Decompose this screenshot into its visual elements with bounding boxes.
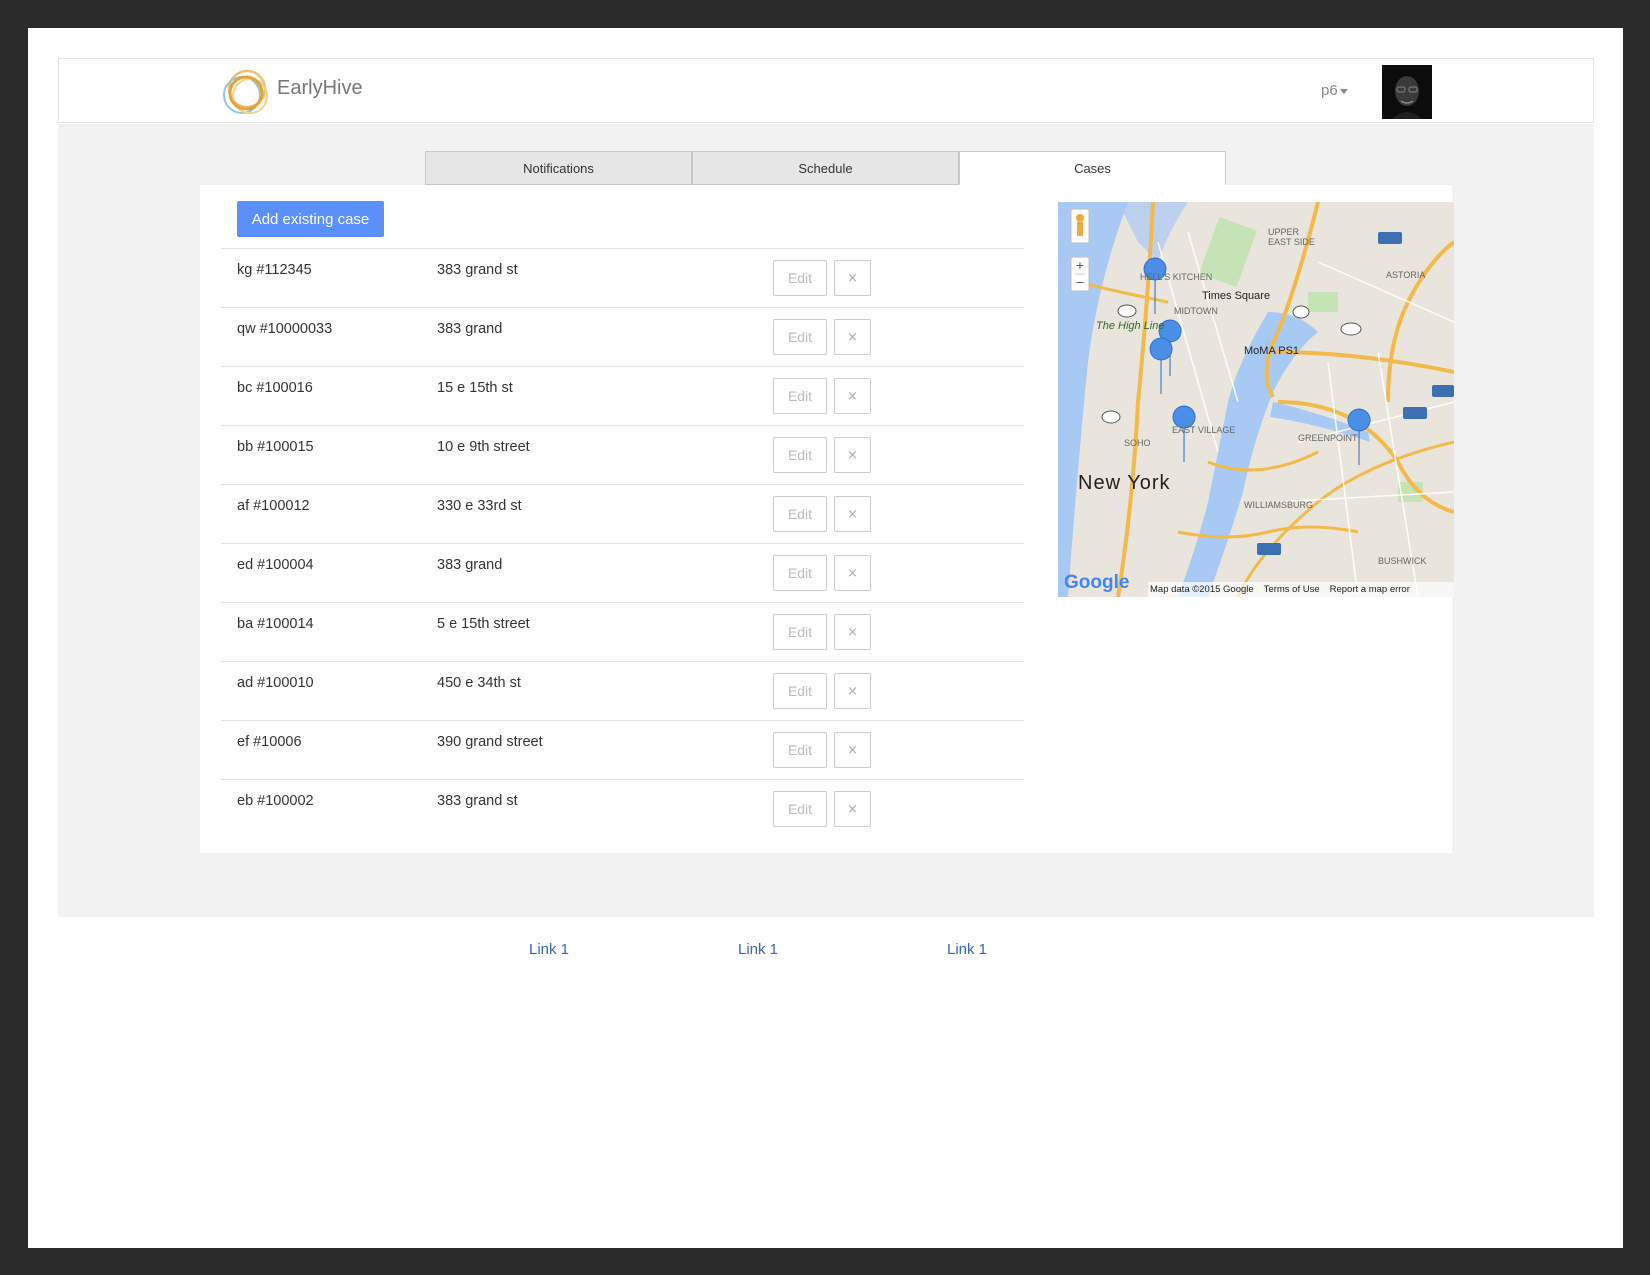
case-address: 5 e 15th street: [437, 616, 530, 632]
footer-link-1[interactable]: Link 1: [529, 941, 569, 958]
delete-button[interactable]: ×: [834, 732, 871, 768]
case-id: ba #100014: [237, 616, 314, 632]
edit-button[interactable]: Edit: [773, 555, 827, 591]
zoom-in-button[interactable]: +: [1071, 257, 1089, 274]
table-row: ef #10006 390 grand street Edit ×: [221, 720, 1024, 779]
case-address: 390 grand street: [437, 734, 543, 750]
table-row: ed #100004 383 grand Edit ×: [221, 543, 1024, 602]
delete-button[interactable]: ×: [834, 614, 871, 650]
user-dropdown[interactable]: p6: [1321, 82, 1348, 99]
delete-button[interactable]: ×: [834, 260, 871, 296]
table-row: bb #100015 10 e 9th street Edit ×: [221, 425, 1024, 484]
map-label-moma: MoMA PS1: [1244, 345, 1300, 357]
case-address: 330 e 33rd st: [437, 498, 522, 514]
case-id: bb #100015: [237, 439, 314, 455]
case-id: ed #100004: [237, 557, 314, 573]
map-label-astoria: ASTORIA: [1386, 270, 1426, 280]
case-id: kg #112345: [237, 262, 312, 278]
map-label-bushwick: BUSHWICK: [1378, 556, 1427, 566]
case-address: 383 grand st: [437, 262, 518, 278]
table-row: ad #100010 450 e 34th st Edit ×: [221, 661, 1024, 720]
top-navbar: EarlyHive p6: [58, 58, 1594, 123]
case-address: 450 e 34th st: [437, 675, 521, 691]
app-window: EarlyHive p6 Notifications Schedule Case…: [28, 28, 1623, 1248]
case-address: 10 e 9th street: [437, 439, 530, 455]
delete-button[interactable]: ×: [834, 378, 871, 414]
case-id: af #100012: [237, 498, 310, 514]
map-label-williamsburg: WILLIAMSBURG: [1244, 500, 1314, 510]
delete-button[interactable]: ×: [834, 673, 871, 709]
case-id: qw #10000033: [237, 321, 333, 337]
avatar[interactable]: [1382, 65, 1432, 119]
tab-schedule[interactable]: Schedule: [692, 151, 959, 185]
delete-button[interactable]: ×: [834, 496, 871, 532]
table-row: af #100012 330 e 33rd st Edit ×: [221, 484, 1024, 543]
map-label-high-line: The High Line: [1096, 320, 1165, 332]
edit-button[interactable]: Edit: [773, 673, 827, 709]
avatar-portrait-icon: [1382, 65, 1432, 119]
footer-link-2[interactable]: Link 1: [738, 941, 778, 958]
map-label-soho: SOHO: [1124, 438, 1151, 448]
map-label-city: New York: [1078, 472, 1171, 494]
edit-button[interactable]: Edit: [773, 260, 827, 296]
user-label: p6: [1321, 82, 1338, 99]
case-id: eb #100002: [237, 793, 314, 809]
map-label-upper-east-side: UPPER EAST SIDE: [1268, 227, 1315, 247]
map-label-times-square: Times Square: [1202, 290, 1271, 302]
map-label-east-village: EAST VILLAGE: [1172, 425, 1236, 435]
case-id: ad #100010: [237, 675, 314, 691]
report-map-error-link[interactable]: Report a map error: [1330, 584, 1410, 595]
case-id: bc #100016: [237, 380, 313, 396]
table-row: kg #112345 383 grand st Edit ×: [221, 248, 1024, 307]
edit-button[interactable]: Edit: [773, 614, 827, 650]
cases-map[interactable]: + − Times Square The High Line MoMA PS1 …: [1058, 202, 1454, 597]
edit-button[interactable]: Edit: [773, 437, 827, 473]
edit-button[interactable]: Edit: [773, 732, 827, 768]
case-id: ef #10006: [237, 734, 302, 750]
delete-button[interactable]: ×: [834, 791, 871, 827]
tab-notifications[interactable]: Notifications: [425, 151, 692, 185]
table-row: eb #100002 383 grand st Edit ×: [221, 779, 1024, 838]
tab-cases[interactable]: Cases: [959, 151, 1226, 185]
table-row: bc #100016 15 e 15th st Edit ×: [221, 366, 1024, 425]
delete-button[interactable]: ×: [834, 437, 871, 473]
zoom-out-button[interactable]: −: [1071, 274, 1089, 291]
map-attribution-bar: Map data ©2015 Google Terms of Use Repor…: [1148, 582, 1454, 597]
map-label-hells-kitchen: HELL'S KITCHEN: [1140, 272, 1213, 282]
footer-link-3[interactable]: Link 1: [947, 941, 987, 958]
tab-bar: Notifications Schedule Cases: [425, 151, 1226, 185]
case-list: kg #112345 383 grand st Edit × qw #10000…: [221, 248, 1024, 838]
edit-button[interactable]: Edit: [773, 319, 827, 355]
caret-down-icon: [1339, 88, 1348, 94]
edit-button[interactable]: Edit: [773, 496, 827, 532]
table-row: ba #100014 5 e 15th street Edit ×: [221, 602, 1024, 661]
case-address: 383 grand: [437, 321, 503, 337]
table-row: qw #10000033 383 grand Edit ×: [221, 307, 1024, 366]
cases-panel: Add existing case kg #112345 383 grand s…: [200, 185, 1454, 853]
case-address: 15 e 15th st: [437, 380, 513, 396]
case-address: 383 grand: [437, 557, 503, 573]
terms-of-use-link[interactable]: Terms of Use: [1264, 584, 1320, 595]
map-label-greenpoint: GREENPOINT: [1298, 433, 1358, 443]
edit-button[interactable]: Edit: [773, 791, 827, 827]
google-logo: Google: [1064, 572, 1130, 593]
edit-button[interactable]: Edit: [773, 378, 827, 414]
earlyhive-logo-icon: [223, 69, 268, 114]
delete-button[interactable]: ×: [834, 319, 871, 355]
case-address: 383 grand st: [437, 793, 518, 809]
add-existing-case-button[interactable]: Add existing case: [237, 201, 384, 237]
delete-button[interactable]: ×: [834, 555, 871, 591]
map-data-text: Map data ©2015 Google: [1150, 584, 1254, 595]
brand-name: EarlyHive: [277, 77, 363, 99]
map-label-midtown: MIDTOWN: [1174, 306, 1218, 316]
map-canvas: [1058, 202, 1454, 597]
